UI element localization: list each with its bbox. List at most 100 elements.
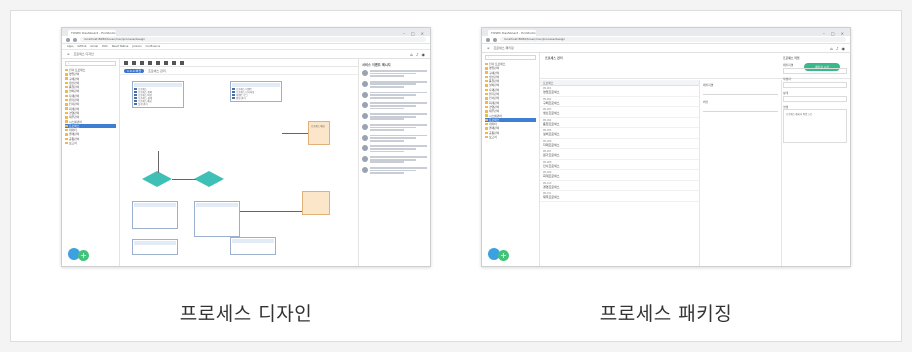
tool-icon[interactable] — [180, 60, 184, 65]
bookmark-item[interactable]: Gmail — [90, 45, 98, 48]
comment-item[interactable] — [362, 156, 427, 164]
list-item[interactable]: PR-003 생산프로세스 — [540, 107, 699, 118]
maximize-icon[interactable]: □ — [411, 31, 415, 36]
flow-node-b[interactable]: 프로세스 이벤트 프로세스 모니터링 이벤트 로그 알림 관리 — [230, 81, 282, 102]
minimize-icon[interactable]: – — [823, 31, 825, 36]
browser-tab[interactable]: TOSEC Dashboard - ProStudio — [68, 30, 116, 36]
browser-tab[interactable]: TOSEC Dashboard - ProStudio — [488, 30, 536, 36]
bookmark-item[interactable]: Jenkins — [132, 45, 141, 48]
flow-node-f[interactable] — [230, 237, 276, 255]
comment-item[interactable] — [362, 134, 427, 143]
field-label: 패키지명 — [783, 63, 794, 67]
breadcrumb: 프로세스 패키징 — [493, 46, 514, 50]
list-item[interactable]: PR-009 회계프로세스 — [540, 170, 699, 181]
search-input[interactable]: ⌕ — [485, 55, 536, 60]
tool-icon[interactable] — [148, 60, 152, 65]
decision-shape[interactable] — [142, 171, 172, 187]
menu-icon[interactable]: ≡ — [487, 46, 490, 50]
design-canvas[interactable]: 1.0.0 버전 프로세스 관리 프로세스 프로세스 정의 프로세스 버전 프로세스 … — [120, 59, 358, 266]
list-item[interactable]: PR-004 품질프로세스 — [540, 118, 699, 128]
url-field[interactable]: localhost:8080/tosec/nav/process/design — [500, 37, 846, 42]
bookmark-item[interactable]: Confluence — [146, 45, 161, 48]
folder-icon — [485, 101, 488, 104]
home-icon[interactable]: ⌂ — [410, 52, 413, 57]
bell-icon[interactable]: ♪ — [836, 46, 839, 51]
tool-icon[interactable] — [132, 60, 136, 65]
caption-right: 프로세스 패키징 — [599, 303, 733, 325]
comment-item[interactable] — [362, 123, 427, 132]
flow-node-d[interactable] — [194, 201, 240, 237]
forward-icon[interactable] — [493, 37, 497, 42]
folder-icon — [485, 79, 488, 83]
comment-item[interactable] — [362, 70, 427, 78]
list-item[interactable]: PR-005 설비프로세스 — [540, 128, 699, 139]
list-item[interactable]: PR-006 자재프로세스 — [540, 139, 699, 149]
item-name: 재무프로세스 — [543, 195, 560, 199]
bell-icon[interactable]: ♪ — [416, 52, 419, 57]
comment-item[interactable] — [362, 102, 427, 110]
comment-item[interactable] — [362, 91, 427, 100]
close-icon[interactable]: × — [421, 31, 424, 36]
tool-icon[interactable] — [140, 60, 144, 65]
add-button[interactable]: + — [498, 250, 509, 261]
screenshot-process-design[interactable]: TOSEC Dashboard - ProStudio – □ × localhos… — [61, 27, 431, 267]
bookmark-item[interactable]: GitHub — [77, 45, 86, 48]
package-input[interactable] — [783, 68, 847, 74]
folder-icon — [65, 128, 68, 132]
user-icon[interactable]: ◉ — [842, 46, 846, 51]
decision-shape[interactable] — [194, 171, 224, 187]
version-field[interactable] — [703, 106, 778, 112]
tool-icon[interactable] — [156, 60, 160, 65]
back-icon[interactable] — [486, 37, 490, 42]
app-header: ≡ 프로세스 패키징 ⌂ ♪ ◉ — [482, 44, 850, 53]
bookmark-item[interactable]: Apps — [67, 45, 73, 48]
sidebar-item[interactable]: 보고서 — [485, 135, 536, 139]
flow-node-a[interactable]: 프로세스 프로세스 정의 프로세스 버전 프로세스 설계 프로세스 배포 실행 관리 — [132, 81, 184, 108]
comment-item[interactable] — [362, 145, 427, 153]
add-button[interactable]: + — [78, 250, 89, 261]
search-input[interactable]: ⌕ — [65, 61, 116, 66]
list-item[interactable]: PR-002 구매프로세스 — [540, 97, 699, 107]
package-name-field[interactable] — [703, 89, 778, 95]
version-badge: 1.0.0 버전 — [124, 68, 145, 73]
list-item[interactable]: PR-008 인사프로세스 — [540, 160, 699, 170]
menu-icon[interactable]: ≡ — [67, 52, 70, 56]
comment-item[interactable] — [362, 80, 427, 89]
tool-icon[interactable] — [164, 60, 168, 65]
folder-icon — [485, 67, 488, 70]
description-textarea[interactable]: 프로세스 패키지 작업 노트 — [783, 109, 847, 143]
sidebar-item[interactable]: 보고서 — [65, 141, 116, 145]
item-name: 설비프로세스 — [543, 132, 560, 136]
screenshot-process-packaging[interactable]: TOSEC Dashboard - ProStudio – □ × localhos… — [481, 27, 851, 267]
comment-item[interactable] — [362, 167, 427, 175]
comment-item[interactable] — [362, 113, 427, 121]
folder-icon — [485, 118, 488, 122]
list-item[interactable]: PR-010 경영프로세스 — [540, 181, 699, 191]
list-item[interactable]: PR-007 원가프로세스 — [540, 149, 699, 160]
close-icon[interactable]: × — [841, 31, 844, 36]
folder-icon — [485, 114, 488, 117]
task-title: 프로세스 작업 — [783, 56, 800, 60]
url-field[interactable]: localhost:8080/tosec/nav/process/design — [80, 37, 426, 42]
list-item[interactable]: PR-011 재무프로세스 — [540, 191, 699, 202]
bookmark-item[interactable]: DOC — [102, 45, 108, 48]
content-frame: TOSEC Dashboard - ProStudio – □ × localhos… — [10, 10, 902, 342]
flow-node-e[interactable] — [132, 239, 178, 255]
maximize-icon[interactable]: □ — [831, 31, 835, 36]
list-item[interactable]: PR-001 영업프로세스 — [540, 86, 699, 97]
process-box[interactable]: 프로세스 배포 — [308, 121, 330, 145]
back-icon[interactable] — [66, 37, 70, 42]
folder-icon — [65, 103, 68, 106]
status-select[interactable] — [783, 96, 847, 102]
task-panel: 프로세스 작업 패키지명 작성자 상태 설명 프로세스 패키지 작업 노트 — [780, 53, 850, 266]
home-icon[interactable]: ⌂ — [830, 46, 833, 51]
author-input[interactable] — [783, 82, 847, 88]
bookmark-item[interactable]: React Native — [112, 45, 129, 48]
user-icon[interactable]: ◉ — [422, 52, 426, 57]
tool-icon[interactable] — [172, 60, 176, 65]
forward-icon[interactable] — [73, 37, 77, 42]
flow-node-c[interactable] — [132, 201, 178, 229]
process-box[interactable] — [302, 191, 330, 215]
minimize-icon[interactable]: – — [403, 31, 405, 36]
tool-icon[interactable] — [124, 60, 128, 65]
